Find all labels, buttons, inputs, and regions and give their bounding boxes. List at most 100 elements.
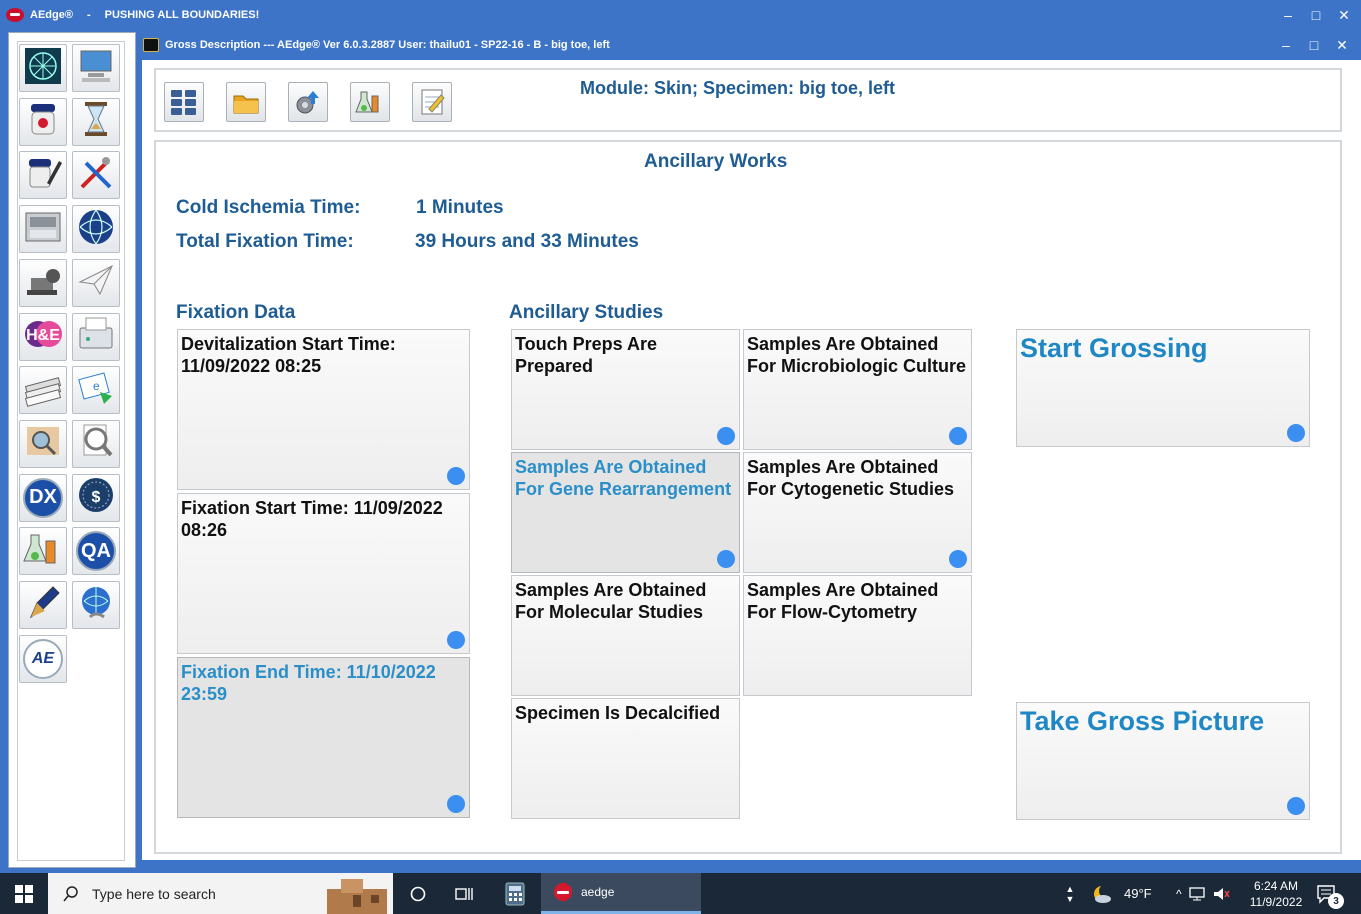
gene-rearrangement-tile[interactable]: Samples Are Obtained For Gene Rearrangem… <box>511 452 740 573</box>
fax-launcher-button[interactable] <box>72 312 120 361</box>
devitalization-start-tile[interactable]: Devitalization Start Time: 11/09/2022 08… <box>177 329 470 490</box>
qa-icon: QA <box>76 531 116 572</box>
microtome-launcher-button[interactable] <box>19 258 67 307</box>
inner-maximize-icon[interactable]: □ <box>1307 38 1321 52</box>
task-switch-button[interactable] <box>442 873 486 914</box>
aedge-logo-launcher-button[interactable]: AE <box>19 634 67 683</box>
window-app-icon <box>143 38 159 52</box>
weather-widget[interactable]: 49°F <box>1090 873 1152 914</box>
module-title: Module: Skin; Specimen: big toe, left <box>580 78 896 98</box>
toolbar-panel: Module: Skin; Specimen: big toe, left <box>154 68 1342 132</box>
notes-button[interactable] <box>412 82 452 122</box>
qa-launcher-button[interactable]: QA <box>72 527 120 576</box>
status-dot <box>447 631 465 649</box>
upload-settings-button[interactable] <box>288 82 328 122</box>
open-folder-button[interactable] <box>226 82 266 122</box>
jar-pen-icon <box>23 153 63 198</box>
web-globe-icon <box>76 583 116 628</box>
paper-plane-launcher-button[interactable] <box>72 258 120 307</box>
aedge-logo-icon: AE <box>23 638 63 679</box>
status-dot <box>447 795 465 813</box>
he-stain-launcher-button[interactable]: H&E <box>19 312 67 361</box>
fixation-start-tile[interactable]: Fixation Start Time: 11/09/2022 08:26 <box>177 493 470 654</box>
calculator-button[interactable] <box>492 873 538 914</box>
outer-app-name: AEdge® <box>30 9 73 21</box>
aedge-logo-icon <box>6 8 24 22</box>
taskbar-search[interactable]: Type here to search <box>48 873 393 914</box>
flow-cytometry-tile[interactable]: Samples Are Obtained For Flow-Cytometry <box>743 575 972 696</box>
inner-content: Module: Skin; Specimen: big toe, left An… <box>142 60 1361 860</box>
specimen-jar-launcher-button[interactable] <box>19 97 67 146</box>
notification-badge: 3 <box>1328 893 1344 909</box>
start-grossing-button[interactable]: Start Grossing <box>1016 329 1310 447</box>
tools-launcher-button[interactable] <box>72 151 120 200</box>
processor-launcher-button[interactable] <box>19 205 67 254</box>
inner-titlebar: Gross Description --- AEdge® Ver 6.0.3.2… <box>138 32 1361 58</box>
web-globe-launcher-button[interactable] <box>72 581 120 629</box>
fountain-pen-launcher-button[interactable] <box>19 581 67 629</box>
slides-icon <box>23 368 63 413</box>
inner-close-icon[interactable]: ✕ <box>1335 38 1349 52</box>
network-launcher-button[interactable] <box>19 44 67 92</box>
billing-launcher-button[interactable]: $ <box>72 473 120 522</box>
fax-icon <box>76 314 116 359</box>
dx-launcher-button[interactable]: DX <box>19 473 67 522</box>
launcher-panel: H&E e DX $ QA AE <box>8 32 136 868</box>
take-gross-picture-button[interactable]: Take Gross Picture <box>1016 702 1310 820</box>
tray-chevron-icon[interactable]: ^ <box>1176 887 1182 901</box>
ancillary-studies-heading: Ancillary Studies <box>509 302 664 323</box>
network-icon <box>23 46 63 91</box>
lab-flasks-launcher-button[interactable] <box>19 527 67 576</box>
maximize-icon[interactable]: □ <box>1309 8 1323 22</box>
minimize-icon[interactable]: – <box>1281 8 1295 22</box>
task-view-icon <box>455 887 473 900</box>
start-button[interactable] <box>0 873 48 914</box>
microbiologic-culture-tile[interactable]: Samples Are Obtained For Microbiologic C… <box>743 329 972 450</box>
fixation-data-heading: Fixation Data <box>176 302 296 323</box>
computer-launcher-button[interactable] <box>72 44 120 92</box>
status-dot <box>447 467 465 485</box>
outer-titlebar: AEdge® - PUSHING ALL BOUNDARIES! – □ ✕ <box>0 0 1361 30</box>
magnifier-sample-launcher-button[interactable] <box>19 419 67 468</box>
taskbar-app-aedge[interactable]: aedge <box>541 873 701 914</box>
tile-label: Samples Are Obtained For Cytogenetic Stu… <box>747 457 955 499</box>
tile-label: Devitalization Start Time: 11/09/2022 08… <box>181 334 396 376</box>
fountain-pen-icon <box>23 583 63 628</box>
scroll-arrows-icon: ▲ ▼ <box>1065 883 1075 904</box>
microtome-icon <box>23 260 63 305</box>
molecular-studies-tile[interactable]: Samples Are Obtained For Molecular Studi… <box>511 575 740 696</box>
paper-plane-icon <box>76 260 116 305</box>
jar-pen-launcher-button[interactable] <box>19 151 67 200</box>
hourglass-launcher-button[interactable] <box>72 97 120 146</box>
decalcified-tile[interactable]: Specimen Is Decalcified <box>511 698 740 819</box>
tile-label: Samples Are Obtained For Gene Rearrangem… <box>515 457 732 499</box>
network-icon[interactable] <box>1188 886 1206 902</box>
e-send-launcher-button[interactable]: e <box>72 366 120 415</box>
fixation-end-tile[interactable]: Fixation End Time: 11/10/2022 23:59 <box>177 657 470 818</box>
magnifier-document-icon <box>76 421 116 466</box>
task-view-button[interactable] <box>396 873 440 914</box>
cytogenetic-studies-tile[interactable]: Samples Are Obtained For Cytogenetic Stu… <box>743 452 972 573</box>
slides-launcher-button[interactable] <box>19 366 67 415</box>
volume-muted-icon[interactable] <box>1212 886 1230 902</box>
close-icon[interactable]: ✕ <box>1337 8 1351 22</box>
lab-button[interactable] <box>350 82 390 122</box>
grid-view-button[interactable] <box>164 82 204 122</box>
touch-preps-tile[interactable]: Touch Preps Are Prepared <box>511 329 740 450</box>
magnifier-document-launcher-button[interactable] <box>72 419 120 468</box>
taskbar-scroll[interactable]: ▲ ▼ <box>1062 873 1078 914</box>
folder-icon <box>233 95 259 114</box>
clock[interactable]: 6:24 AM 11/9/2022 <box>1244 873 1308 914</box>
panel-title: Ancillary Works <box>644 151 788 172</box>
clock-date: 11/9/2022 <box>1249 894 1303 909</box>
tile-label: Samples Are Obtained For Microbiologic C… <box>747 334 966 376</box>
globe-sphere-launcher-button[interactable] <box>72 205 120 254</box>
temperature: 49°F <box>1124 886 1152 901</box>
system-tray[interactable]: ^ <box>1176 873 1230 914</box>
inner-minimize-icon[interactable]: – <box>1279 38 1293 52</box>
clock-time: 6:24 AM <box>1253 878 1299 893</box>
gear-upload-icon <box>296 91 319 114</box>
notification-center[interactable]: 3 <box>1316 873 1344 914</box>
search-placeholder: Type here to search <box>92 885 216 902</box>
globe-sphere-icon <box>76 207 116 252</box>
